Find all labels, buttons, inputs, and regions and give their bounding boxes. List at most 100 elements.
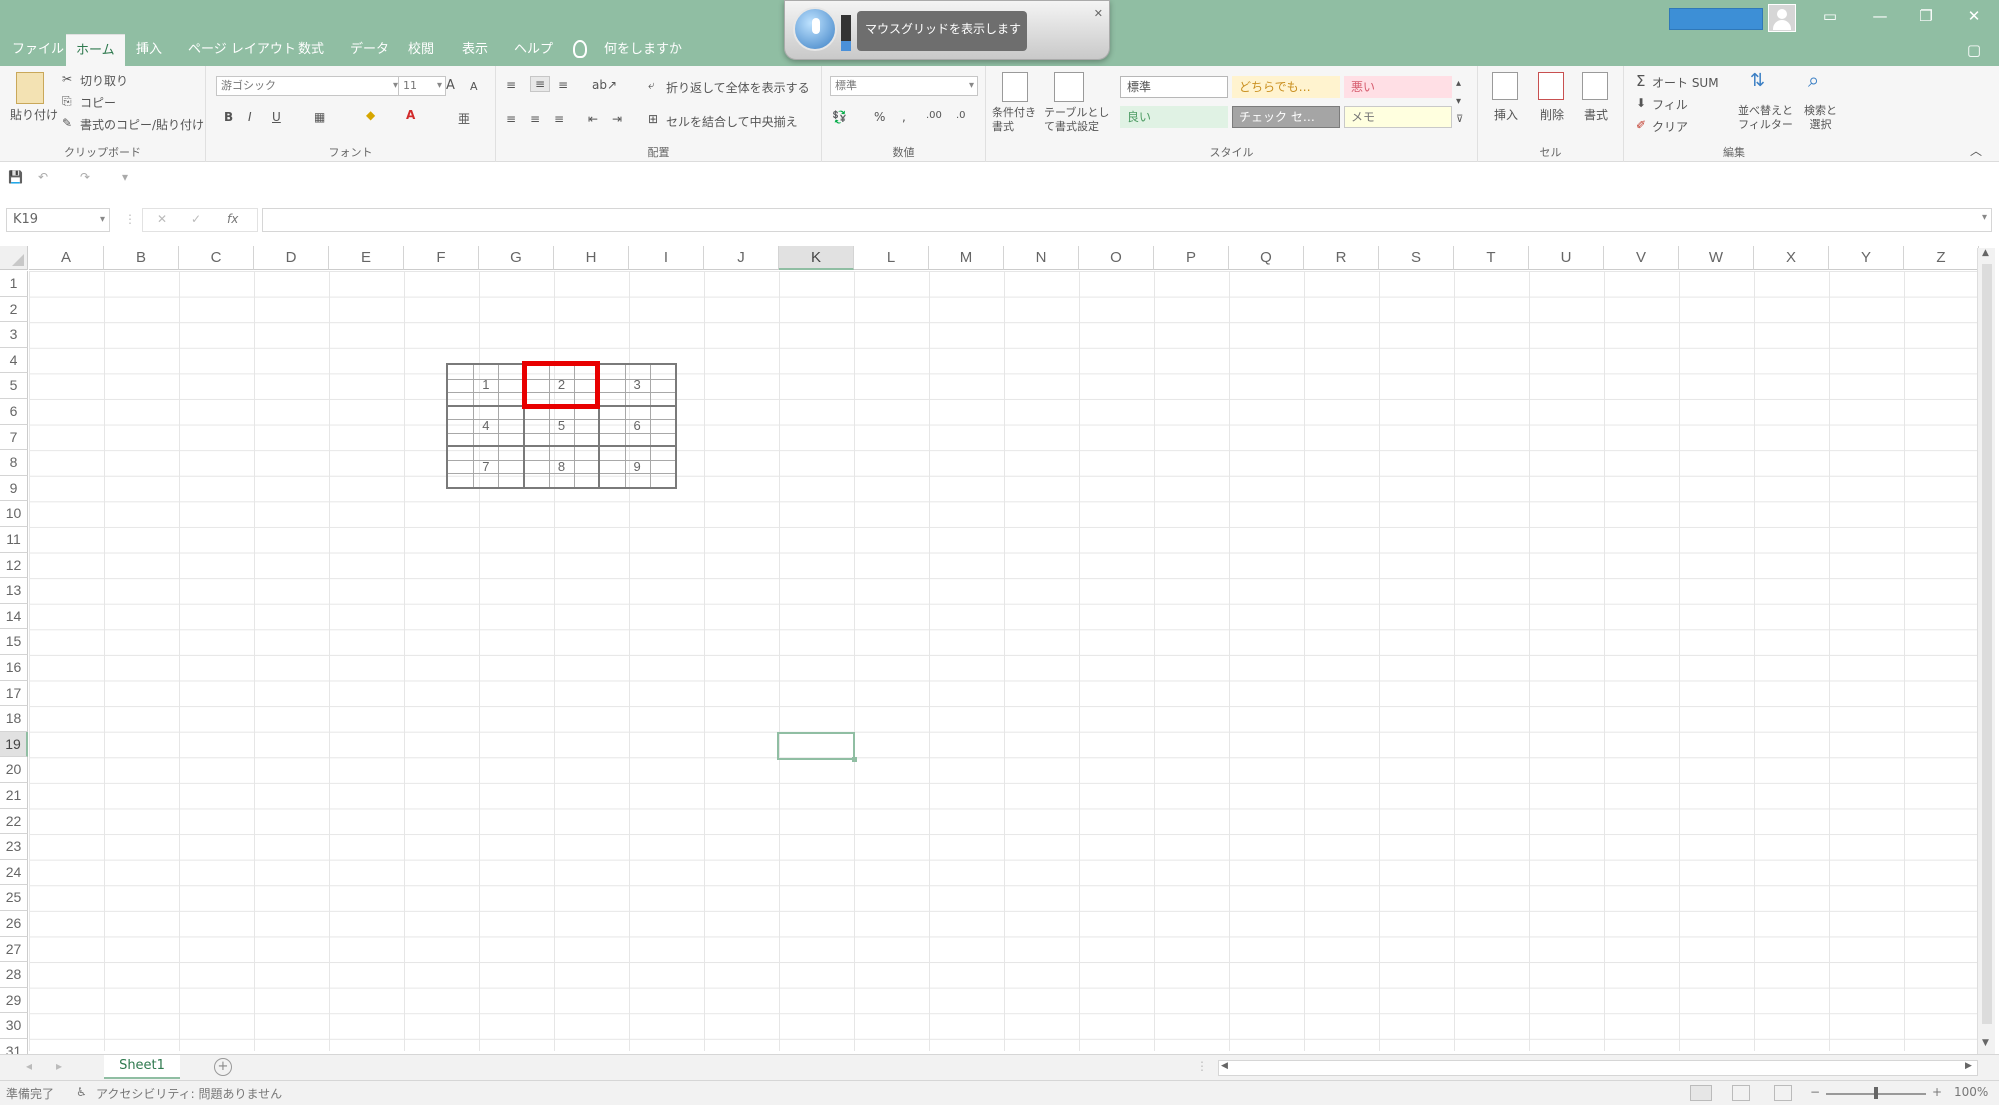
zoom-slider-thumb[interactable]	[1874, 1087, 1878, 1099]
column-header-j[interactable]: J	[704, 246, 779, 270]
row-header-31[interactable]: 31	[0, 1039, 28, 1054]
scroll-down-icon[interactable]: ▼	[1982, 1038, 1989, 1048]
search-icon[interactable]: ⌕	[1808, 68, 1819, 92]
row-header-7[interactable]: 7	[0, 424, 28, 451]
insert-function-button[interactable]: fx	[227, 212, 238, 226]
row-header-2[interactable]: 2	[0, 296, 28, 323]
row-header-17[interactable]: 17	[0, 680, 28, 707]
styles-scroll-up-icon[interactable]: ▴	[1456, 78, 1461, 89]
undo-icon[interactable]: ↶	[38, 170, 48, 184]
vertical-scroll-thumb[interactable]	[1982, 264, 1992, 1024]
column-header-q[interactable]: Q	[1229, 246, 1304, 270]
increase-decimal-icon[interactable]: .00	[926, 110, 942, 121]
column-header-l[interactable]: L	[854, 246, 929, 270]
tab-view[interactable]: 表示	[452, 34, 498, 66]
style-neutral[interactable]: どちらでも…	[1232, 76, 1340, 98]
style-normal[interactable]: 標準	[1120, 76, 1228, 98]
shrink-font-button[interactable]: A	[470, 80, 478, 93]
column-header-x[interactable]: X	[1754, 246, 1829, 270]
row-header-26[interactable]: 26	[0, 911, 28, 937]
row-header-10[interactable]: 10	[0, 501, 28, 527]
align-center-icon[interactable]: ≡	[530, 112, 540, 126]
column-header-m[interactable]: M	[929, 246, 1004, 270]
format-as-table-button[interactable]: テーブルとして書式設定	[1044, 106, 1116, 134]
font-color-icon[interactable]: A	[406, 108, 415, 122]
column-header-i[interactable]: I	[629, 246, 704, 270]
column-header-s[interactable]: S	[1379, 246, 1454, 270]
zoom-in-button[interactable]: +	[1932, 1085, 1942, 1099]
orientation-icon[interactable]: ab↗	[592, 78, 617, 92]
sort-filter-button[interactable]: 並べ替えと フィルター	[1738, 104, 1793, 132]
align-middle-icon[interactable]: ≡	[530, 76, 551, 92]
mouse-grid-number-9[interactable]: 9	[622, 459, 652, 474]
decrease-decimal-icon[interactable]: .0	[956, 110, 966, 121]
mouse-grid-number-1[interactable]: 1	[471, 377, 501, 392]
sort-filter-icon[interactable]: ⇅	[1750, 70, 1765, 91]
tell-me-search[interactable]: 何をしますか	[594, 34, 692, 66]
row-header-23[interactable]: 23	[0, 834, 28, 860]
scroll-left-icon[interactable]: ◀	[1221, 1061, 1228, 1071]
row-header-15[interactable]: 15	[0, 629, 28, 655]
comments-icon[interactable]: ▢	[1960, 38, 1988, 62]
scissors-icon[interactable]: ✂	[62, 72, 72, 86]
tab-home[interactable]: ホーム	[66, 34, 125, 66]
styles-more-icon[interactable]: ⊽	[1456, 114, 1463, 125]
customize-qat-icon[interactable]: ▾	[122, 170, 128, 184]
row-header-19[interactable]: 19	[0, 731, 28, 758]
select-all-button[interactable]	[0, 246, 28, 270]
underline-button[interactable]: U	[272, 110, 281, 124]
row-header-25[interactable]: 25	[0, 885, 28, 911]
restore-button[interactable]: ❐	[1912, 4, 1940, 28]
copy-icon[interactable]: ⎘	[62, 94, 72, 109]
worksheet-grid[interactable]: ABCDEFGHIJKLMNOPQRSTUVWXYZ 1 2 3 4 5 6 7 8 9 10 11…	[0, 246, 1999, 1054]
bold-button[interactable]: B	[224, 110, 233, 124]
font-size-select[interactable]: 11	[398, 76, 446, 96]
column-header-h[interactable]: H	[554, 246, 629, 270]
mouse-grid-number-3[interactable]: 3	[622, 377, 652, 392]
redo-icon[interactable]: ↷	[80, 170, 90, 184]
next-sheet-icon[interactable]: ▸	[56, 1059, 62, 1073]
save-icon[interactable]: 💾	[8, 170, 23, 184]
normal-view-icon[interactable]	[1690, 1085, 1712, 1101]
column-header-v[interactable]: V	[1604, 246, 1679, 270]
format-cells-icon[interactable]	[1582, 72, 1608, 100]
style-good[interactable]: 良い	[1120, 106, 1228, 128]
column-header-p[interactable]: P	[1154, 246, 1229, 270]
account-name[interactable]	[1669, 8, 1763, 30]
column-header-t[interactable]: T	[1454, 246, 1529, 270]
tab-page-layout[interactable]: ページ レイアウト	[178, 34, 306, 66]
column-header-e[interactable]: E	[329, 246, 404, 270]
paste-button[interactable]: 貼り付け	[10, 106, 58, 123]
row-header-8[interactable]: 8	[0, 450, 28, 476]
formula-input[interactable]	[262, 208, 1992, 232]
column-header-d[interactable]: D	[254, 246, 329, 270]
wrap-text-icon[interactable]: ⤶	[648, 78, 655, 93]
styles-scroll-down-icon[interactable]: ▾	[1456, 96, 1461, 107]
scroll-right-icon[interactable]: ▶	[1965, 1061, 1972, 1071]
find-select-button[interactable]: 検索と 選択	[1804, 104, 1837, 132]
fill-icon[interactable]: ⬇	[1636, 96, 1646, 110]
number-format-select[interactable]: 標準	[830, 76, 978, 96]
grow-font-button[interactable]: A	[446, 78, 455, 93]
clear-button[interactable]: クリア	[1652, 118, 1688, 135]
column-header-n[interactable]: N	[1004, 246, 1079, 270]
mouse-grid-number-8[interactable]: 8	[547, 459, 577, 474]
row-header-20[interactable]: 20	[0, 757, 28, 783]
paste-icon[interactable]	[16, 72, 44, 104]
format-button[interactable]: 書式	[1584, 106, 1608, 123]
wrap-text-button[interactable]: 折り返して全体を表示する	[666, 79, 810, 96]
column-header-o[interactable]: O	[1079, 246, 1154, 270]
column-header-c[interactable]: C	[179, 246, 254, 270]
mouse-grid-number-6[interactable]: 6	[622, 418, 652, 433]
style-check-cell[interactable]: チェック セ…	[1232, 106, 1340, 128]
currency-icon[interactable]: 💱	[832, 110, 847, 124]
row-header-28[interactable]: 28	[0, 962, 28, 988]
row-header-6[interactable]: 6	[0, 399, 28, 425]
close-icon[interactable]: ✕	[1094, 7, 1103, 20]
align-bottom-icon[interactable]: ≡	[558, 78, 568, 92]
autosum-button[interactable]: オート SUM	[1652, 74, 1719, 91]
row-header-16[interactable]: 16	[0, 655, 28, 681]
row-header-18[interactable]: 18	[0, 706, 28, 732]
tab-data[interactable]: データ	[340, 34, 399, 66]
cell-area[interactable]	[29, 271, 1979, 1051]
